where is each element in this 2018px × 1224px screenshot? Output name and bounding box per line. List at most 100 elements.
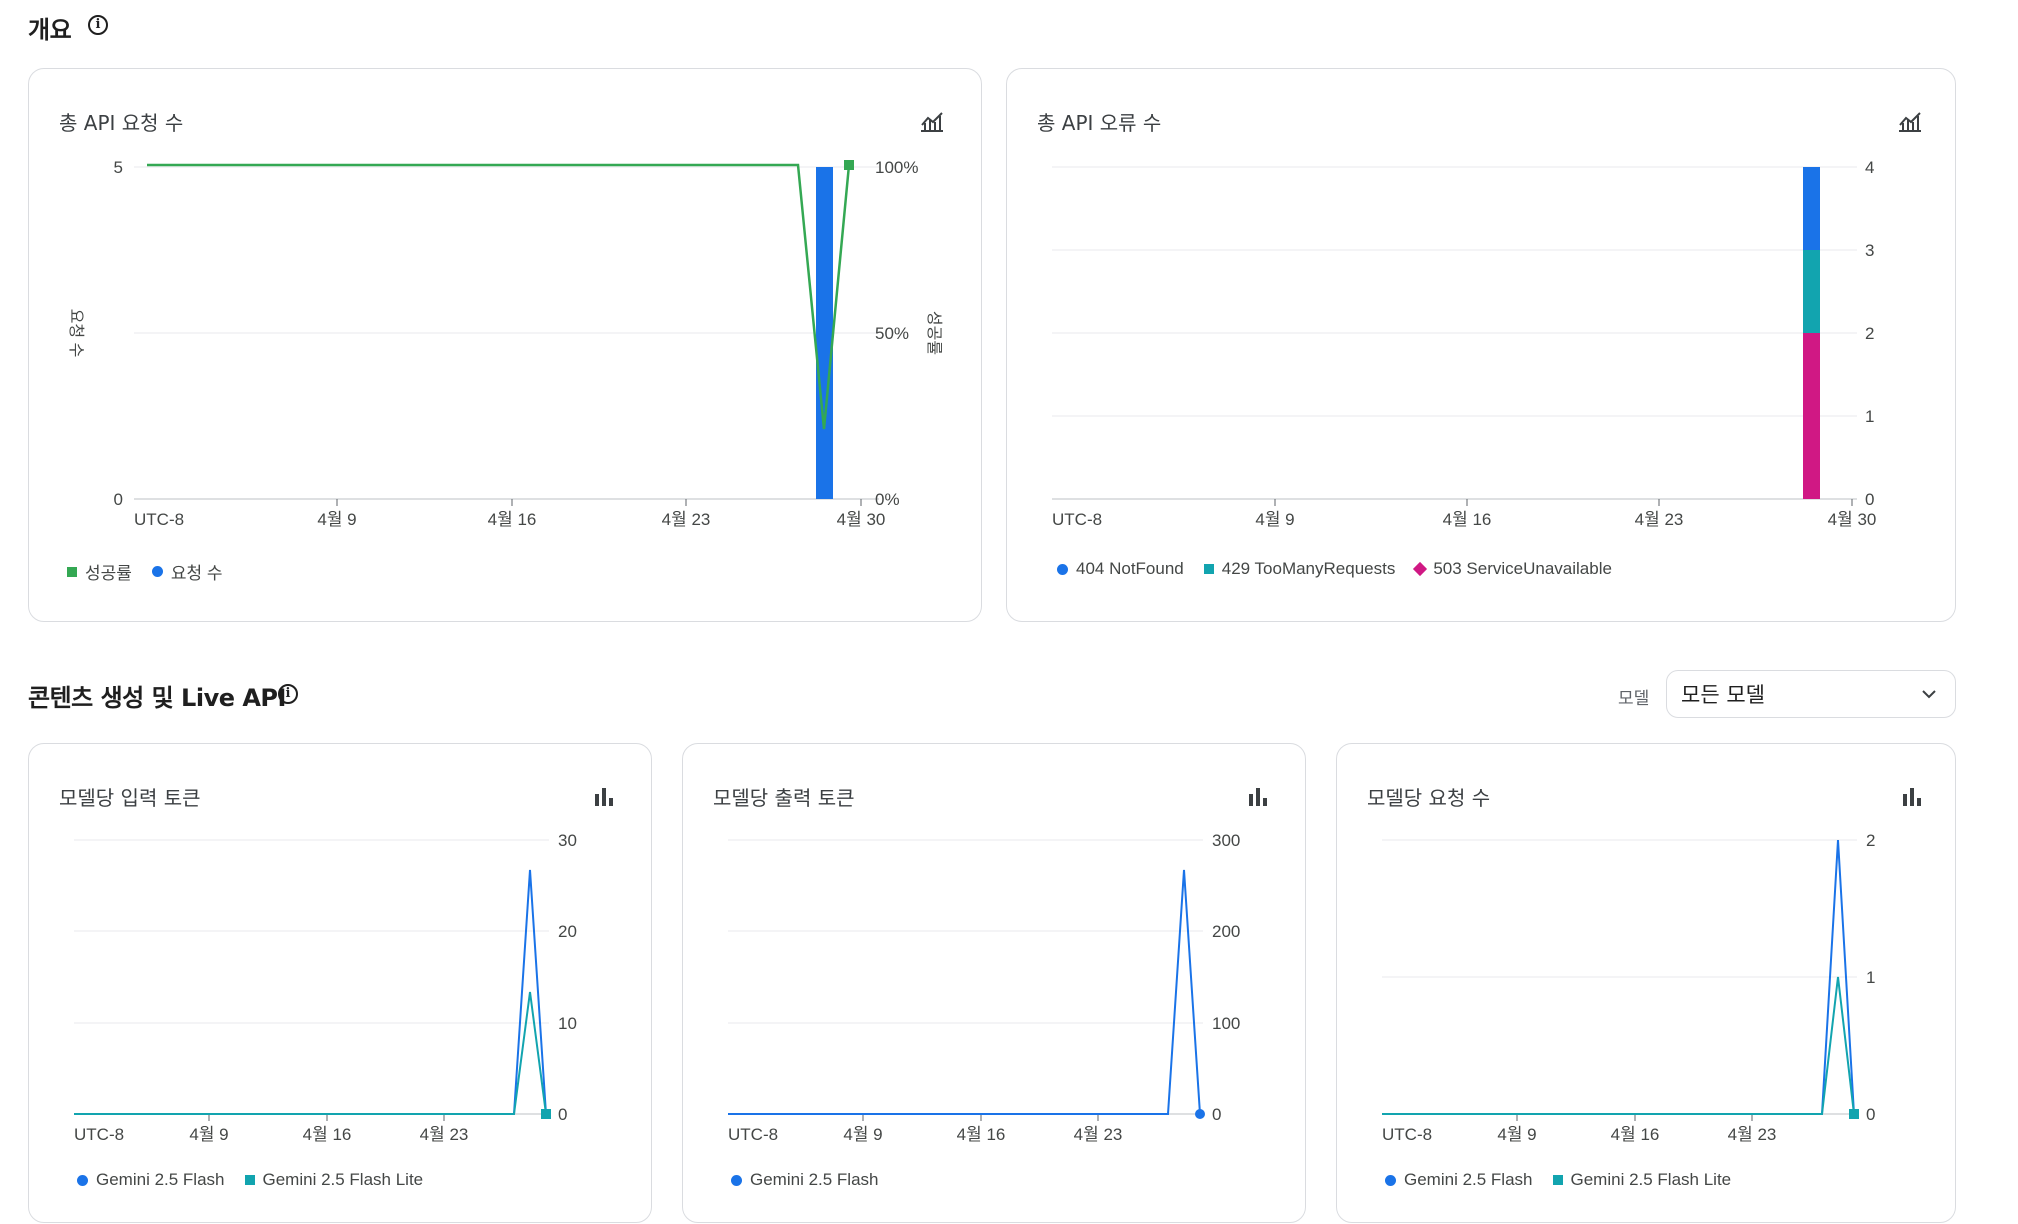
legend-swatch	[1203, 564, 1214, 574]
legend-label: Gemini 2.5 Flash Lite	[1570, 1170, 1732, 1189]
legend: Gemini 2.5 Flash Gemini 2.5 Flash Lite	[77, 1170, 423, 1190]
legend: 404 NotFound 429 TooManyRequests 503 Ser…	[1057, 559, 1612, 579]
y-tick-label: 10	[558, 1014, 577, 1033]
x-tick-label: 4월 9	[189, 1125, 228, 1144]
legend-label: 503 ServiceUnavailable	[1433, 559, 1612, 578]
x-tick-label: 4월 23	[1728, 1125, 1777, 1144]
x-tick-label: 4월 9	[1497, 1125, 1536, 1144]
bar-requests[interactable]	[816, 167, 833, 499]
x-tick-label: 4월 16	[1443, 510, 1492, 529]
legend-item[interactable]: Gemini 2.5 Flash Lite	[244, 1170, 424, 1190]
line-success-rate[interactable]	[147, 163, 851, 430]
y-tick-label: 1	[1865, 407, 1874, 426]
x-tick-label: 4월 23	[662, 510, 711, 529]
y-tick-label: 200	[1212, 922, 1240, 941]
x-tick-label: 4월 9	[843, 1125, 882, 1144]
y-tick-label: 0	[114, 490, 123, 509]
x-tick-label: UTC-8	[1382, 1125, 1432, 1144]
x-tick-label: 4월 30	[1828, 510, 1877, 529]
legend-label: Gemini 2.5 Flash	[750, 1170, 879, 1189]
y-tick-label: 4	[1865, 158, 1874, 177]
y-tick-label: 300	[1212, 831, 1240, 850]
x-tick-label: UTC-8	[74, 1125, 124, 1144]
bar-404[interactable]	[1803, 167, 1820, 250]
input-tokens-chart: UTC-8 4월 9 4월 16 4월 23 30 20 10 0	[74, 788, 613, 1144]
y-tick-label: 2	[1865, 324, 1874, 343]
legend-swatch	[151, 566, 163, 577]
bar-503[interactable]	[1803, 333, 1820, 499]
legend-swatch	[1385, 1174, 1396, 1186]
errors-chart: UTC-8 4월 9 4월 16 4월 23 4월 30 4 3 2 1 0	[1052, 112, 1921, 529]
output-tokens-chart: UTC-8 4월 9 4월 16 4월 23 300 200 100 0	[728, 788, 1267, 1144]
legend-item[interactable]: 성공률	[67, 559, 132, 584]
legend-swatch	[67, 566, 77, 577]
model-select-value: 모든 모델	[1681, 683, 1765, 707]
x-tick-label: 4월 23	[1635, 510, 1684, 529]
x-tick-label: 4월 23	[420, 1125, 469, 1144]
legend-item[interactable]: 503 ServiceUnavailable	[1413, 559, 1612, 579]
legend-item[interactable]: 요청 수	[151, 559, 223, 584]
info-icon[interactable]: i	[88, 15, 108, 35]
y2-axis-label: 성공률	[925, 311, 943, 355]
bar-429[interactable]	[1803, 250, 1820, 333]
legend-label: Gemini 2.5 Flash	[1404, 1170, 1533, 1189]
line-gemini-flash[interactable]	[74, 869, 547, 1115]
content-section-title: 콘텐츠 생성 및 Live API	[28, 684, 286, 712]
x-tick-label: UTC-8	[728, 1125, 778, 1144]
legend-item[interactable]: 429 TooManyRequests	[1203, 559, 1395, 579]
model-requests-chart: UTC-8 4월 9 4월 16 4월 23 2 1 0	[1382, 788, 1921, 1144]
bar-chart-icon[interactable]	[1903, 788, 1921, 806]
y2-tick-label: 100%	[875, 158, 918, 177]
legend-swatch	[77, 1174, 88, 1186]
chart-line-icon[interactable]	[921, 112, 943, 132]
y-tick-label: 0	[558, 1105, 567, 1124]
y-tick-label: 0	[1865, 490, 1874, 509]
chart-line-icon[interactable]	[1899, 112, 1921, 132]
line-gemini-flash[interactable]	[728, 869, 1201, 1115]
y-tick-label: 1	[1866, 968, 1875, 987]
legend-swatch	[1552, 1175, 1563, 1185]
y-tick-label: 5	[114, 158, 123, 177]
requests-chart: UTC-8 4월 9 4월 16 4월 23 4월 30 5 0 요청 수 10…	[67, 112, 943, 529]
y-tick-label: 0	[1866, 1105, 1875, 1124]
x-tick-label: 4월 23	[1074, 1125, 1123, 1144]
legend-item[interactable]: 404 NotFound	[1057, 559, 1184, 579]
legend-swatch	[731, 1174, 742, 1186]
model-select[interactable]: 모든 모델	[1666, 670, 1956, 718]
series-marker[interactable]	[541, 1109, 551, 1119]
y-axis-label: 요청 수	[67, 309, 85, 358]
x-tick-label: 4월 30	[837, 510, 886, 529]
legend: Gemini 2.5 Flash	[731, 1170, 879, 1190]
line-gemini-flash-lite[interactable]	[74, 991, 547, 1115]
legend: 성공률 요청 수	[67, 559, 223, 584]
info-icon[interactable]: i	[278, 684, 298, 704]
y-tick-label: 100	[1212, 1014, 1240, 1033]
bar-chart-icon[interactable]	[1249, 788, 1267, 806]
bar-chart-icon[interactable]	[595, 788, 613, 806]
x-tick-label: 4월 16	[1611, 1125, 1660, 1144]
x-tick-label: 4월 16	[303, 1125, 352, 1144]
y2-tick-label: 0%	[875, 490, 900, 509]
legend-item[interactable]: Gemini 2.5 Flash Lite	[1552, 1170, 1732, 1190]
chevron-down-icon	[1922, 690, 1936, 699]
legend-swatch	[1413, 561, 1428, 577]
x-tick-label: 4월 9	[1255, 510, 1294, 529]
series-marker[interactable]	[1849, 1109, 1859, 1119]
card-output-tokens: 모델당 출력 토큰 UTC-8 4월 9 4월 16 4월 23 300 200…	[682, 743, 1306, 1223]
card-model-requests: 모델당 요청 수 UTC-8 4월 9 4월 16 4월 23 2 1 0 Ge…	[1336, 743, 1956, 1223]
legend-label: 요청 수	[170, 564, 223, 583]
y-tick-label: 30	[558, 831, 577, 850]
legend-item[interactable]: Gemini 2.5 Flash	[731, 1170, 879, 1190]
legend-label: Gemini 2.5 Flash Lite	[262, 1170, 424, 1189]
legend-label: 성공률	[85, 564, 132, 583]
legend: Gemini 2.5 Flash Gemini 2.5 Flash Lite	[1385, 1170, 1731, 1190]
line-gemini-flash-lite[interactable]	[1382, 976, 1855, 1115]
legend-item[interactable]: Gemini 2.5 Flash	[1385, 1170, 1533, 1190]
y-tick-label: 3	[1865, 241, 1874, 260]
x-tick-label: 4월 16	[957, 1125, 1006, 1144]
success-rate-marker[interactable]	[844, 160, 854, 170]
y2-tick-label: 50%	[875, 324, 909, 343]
legend-item[interactable]: Gemini 2.5 Flash	[77, 1170, 225, 1190]
card-total-errors: 총 API 오류 수 UTC-8 4월 9 4월 16 4월 23 4월 30	[1006, 68, 1956, 622]
series-marker[interactable]	[1195, 1109, 1205, 1119]
